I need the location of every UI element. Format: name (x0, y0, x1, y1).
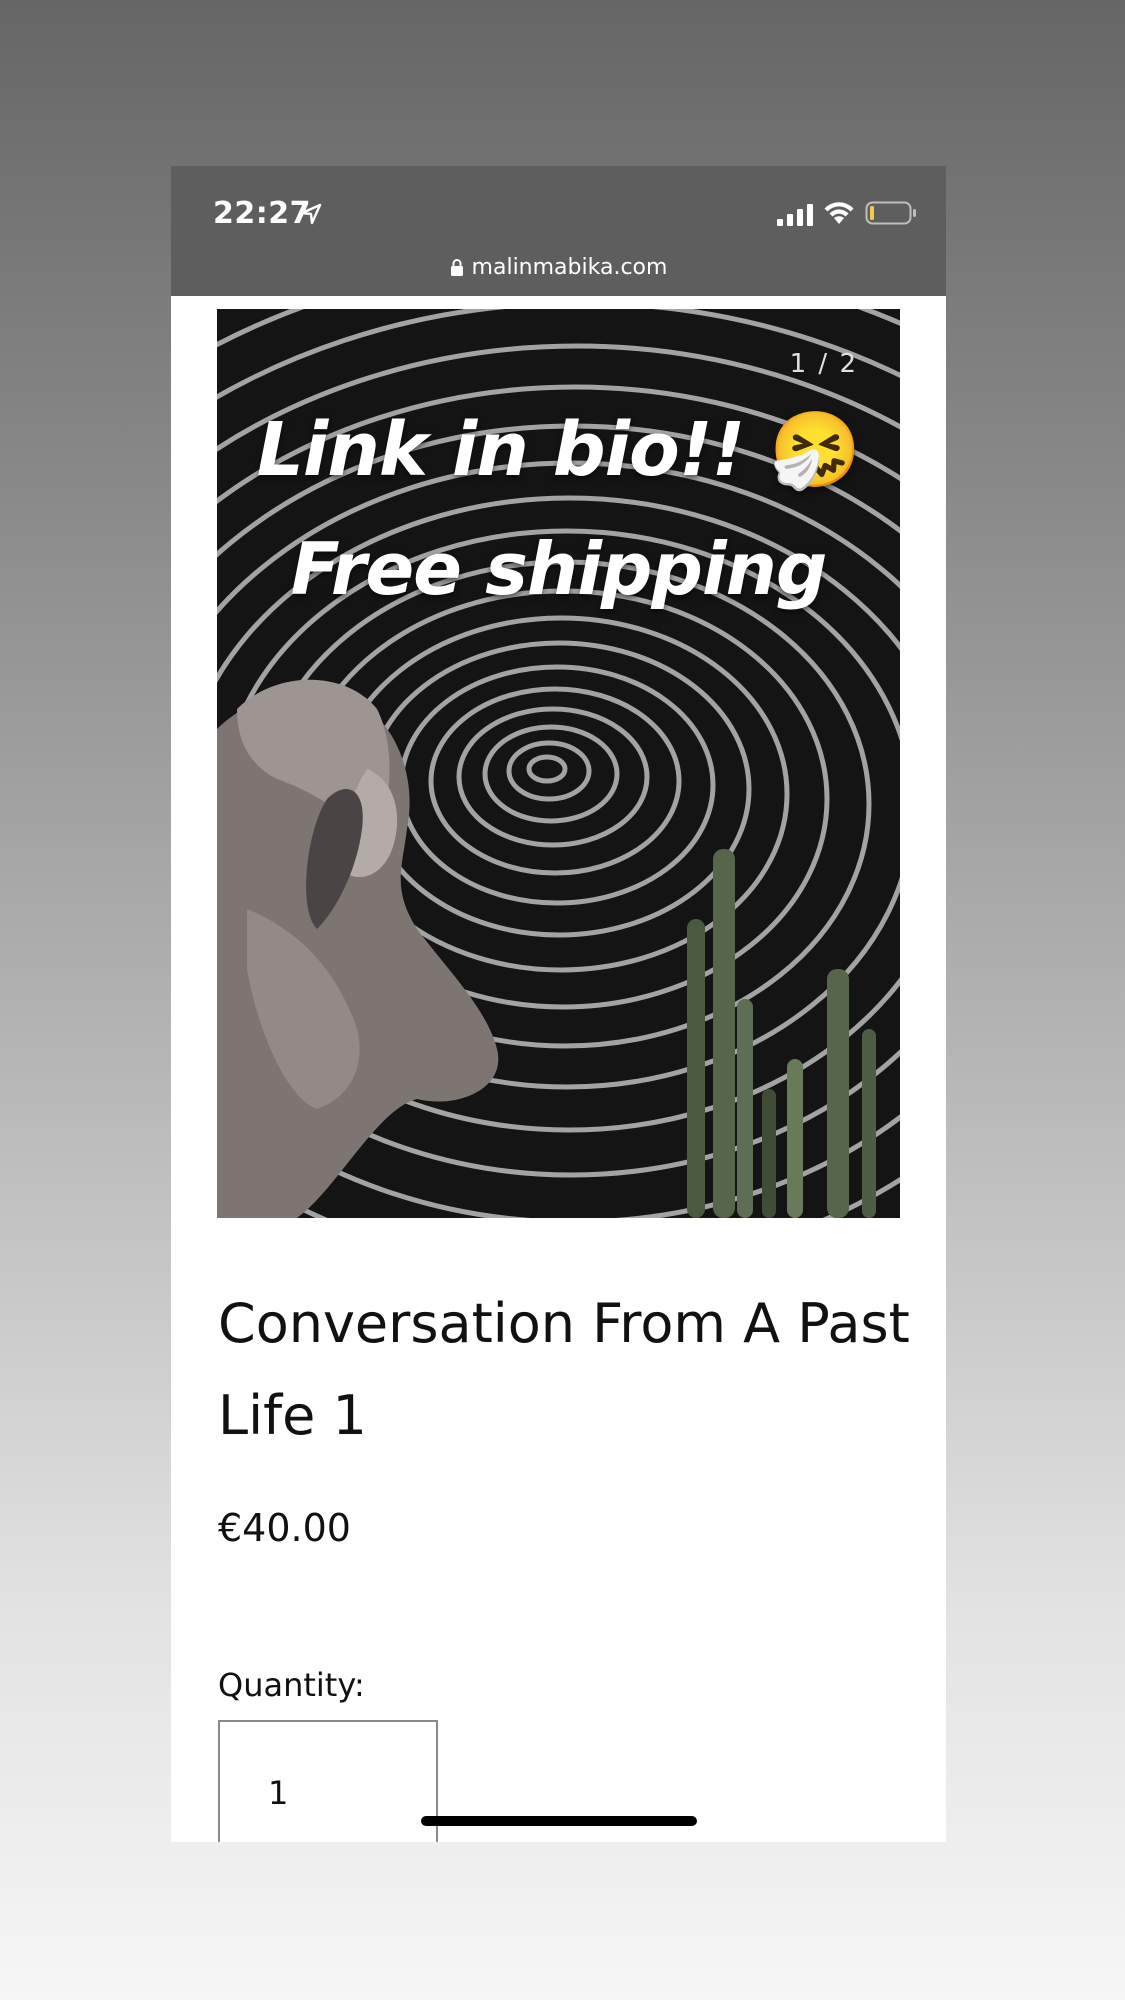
location-arrow-icon (300, 203, 322, 225)
image-counter: 1 / 2 (789, 349, 858, 379)
status-bar: 22:27 malinmabika.com (171, 166, 946, 296)
promo-text-line1: Link in bio!! 🤧 (217, 407, 900, 494)
cellular-signal-icon (777, 204, 813, 226)
lock-icon (450, 259, 463, 276)
quantity-label: Quantity: (218, 1666, 365, 1704)
address-bar[interactable]: malinmabika.com (171, 250, 946, 286)
url-text: malinmabika.com (471, 255, 668, 280)
phone-screen: 22:27 malinmabika.com 1 / 2 Link in bio!… (171, 166, 946, 1842)
product-title: Conversation From A Past Life 1 (218, 1292, 910, 1447)
status-time: 22:27 (213, 196, 311, 231)
product-price: €40.00 (218, 1506, 351, 1550)
home-indicator[interactable] (421, 1816, 697, 1826)
quantity-input[interactable]: 1 (218, 1720, 438, 1842)
wifi-icon (824, 202, 854, 224)
sneezing-face-icon: 🤧 (769, 407, 861, 493)
promo-text-line2: Free shipping (290, 527, 828, 611)
promo-link-text: Link in bio!! (256, 407, 746, 493)
product-image[interactable]: 1 / 2 Link in bio!! 🤧 Free shipping (217, 309, 900, 1218)
battery-icon (865, 201, 916, 225)
